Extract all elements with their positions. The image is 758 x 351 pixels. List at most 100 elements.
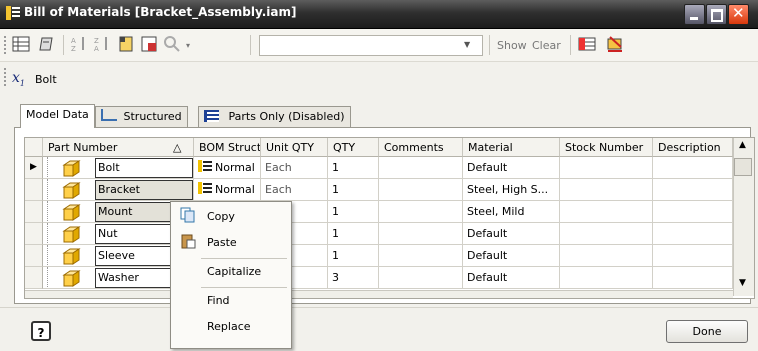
bom-editor-icon[interactable]	[606, 35, 624, 53]
copy-icon	[180, 205, 196, 229]
cell-desc[interactable]	[653, 267, 733, 289]
tab-parts-only[interactable]: Parts Only (Disabled)	[198, 106, 351, 127]
table-row[interactable]: Sleeve 1 Default	[25, 245, 733, 267]
done-button[interactable]: Done	[666, 320, 748, 343]
chevron-down-icon[interactable]: ▾	[186, 41, 190, 50]
table-row[interactable]: Bracket Normal Each 1 Steel, High S...	[25, 179, 733, 201]
column-header-unit-qty[interactable]: Unit QTY	[261, 138, 328, 157]
row-header[interactable]	[25, 223, 43, 245]
cell-stock[interactable]	[560, 245, 653, 267]
item-renumber-icon[interactable]	[117, 35, 135, 53]
scroll-down-icon[interactable]: ▼	[739, 278, 746, 288]
table-row[interactable]: Mount 1 Steel, Mild	[25, 201, 733, 223]
table-row[interactable]: Nut 1 Default	[25, 223, 733, 245]
menu-item-copy[interactable]: Copy	[171, 205, 291, 229]
sort-indicator-icon: △	[173, 141, 182, 154]
cell-comments[interactable]	[379, 201, 463, 223]
row-header[interactable]	[25, 179, 43, 201]
svg-text:A: A	[94, 45, 99, 53]
cell-qty[interactable]: 1	[328, 201, 379, 223]
cell-qty[interactable]: 1	[328, 245, 379, 267]
maximize-button[interactable]	[706, 4, 727, 25]
export-icon[interactable]	[38, 35, 56, 53]
column-header-bom-structure[interactable]: BOM Struct...	[194, 138, 261, 157]
cell-material[interactable]: Default	[463, 223, 560, 245]
minimize-button[interactable]	[684, 4, 705, 25]
scroll-up-icon[interactable]: ▲	[739, 140, 746, 150]
cell-stock[interactable]	[560, 157, 653, 179]
clear-button[interactable]: Clear	[532, 39, 561, 52]
cell-bom[interactable]: Normal	[194, 157, 261, 179]
cell-material[interactable]: Steel, High S...	[463, 179, 560, 201]
cell-comments[interactable]	[379, 267, 463, 289]
cell-part[interactable]: Bolt	[43, 157, 194, 179]
cell-stock[interactable]	[560, 223, 653, 245]
cell-material[interactable]: Steel, Mild	[463, 201, 560, 223]
cell-bom[interactable]: Normal	[194, 179, 261, 201]
cell-qty[interactable]: 1	[328, 223, 379, 245]
show-button[interactable]: Show	[497, 39, 527, 52]
part-name[interactable]: Bolt	[95, 158, 193, 178]
row-header[interactable]	[25, 245, 43, 267]
row-header[interactable]	[25, 201, 43, 223]
tab-model-data[interactable]: Model Data	[20, 104, 95, 128]
cell-material[interactable]: Default	[463, 157, 560, 179]
cell-stock[interactable]	[560, 179, 653, 201]
menu-item-paste[interactable]: Paste	[171, 231, 291, 255]
cell-qty[interactable]: 1	[328, 179, 379, 201]
unit-value: Each	[265, 161, 292, 174]
cell-comments[interactable]	[379, 245, 463, 267]
column-header-description[interactable]: Description	[653, 138, 733, 157]
view-options-icon[interactable]	[140, 35, 158, 53]
close-button[interactable]: ✕	[728, 4, 749, 25]
scroll-thumb[interactable]	[734, 158, 752, 176]
cell-material[interactable]: Default	[463, 245, 560, 267]
tab-label: Model Data	[26, 108, 89, 121]
tab-structured[interactable]: Structured	[95, 106, 188, 127]
cell-stock[interactable]	[560, 267, 653, 289]
cell-desc[interactable]	[653, 245, 733, 267]
cell-stock[interactable]	[560, 201, 653, 223]
column-header-stock-number[interactable]: Stock Number	[560, 138, 653, 157]
cell-material[interactable]: Default	[463, 267, 560, 289]
cell-comments[interactable]	[379, 179, 463, 201]
cell-desc[interactable]	[653, 201, 733, 223]
part-name[interactable]: Bracket	[95, 180, 193, 200]
cell-qty[interactable]: 3	[328, 267, 379, 289]
sort-ascending-icon[interactable]: AZ	[70, 35, 88, 53]
menu-item-find[interactable]: Find	[171, 289, 291, 313]
tab-label: Parts Only (Disabled)	[228, 110, 345, 123]
cell-comments[interactable]	[379, 157, 463, 179]
row-header[interactable]	[25, 267, 43, 289]
cell-qty[interactable]: 1	[328, 157, 379, 179]
table-row[interactable]: Washer 3 Default	[25, 267, 733, 289]
table-export-icon[interactable]	[578, 35, 596, 53]
part-icon	[61, 268, 81, 288]
cell-comments[interactable]	[379, 223, 463, 245]
row-header[interactable]: ▶	[25, 157, 43, 179]
help-button[interactable]: ?	[31, 321, 51, 341]
cell-desc[interactable]	[653, 179, 733, 201]
horizontal-scrollbar[interactable]	[25, 290, 733, 298]
view-filter-combo[interactable]	[259, 35, 483, 56]
bom-window-icon	[6, 6, 20, 20]
choose-columns-icon[interactable]	[12, 35, 30, 53]
column-header-comments[interactable]: Comments	[379, 138, 463, 157]
cell-desc[interactable]	[653, 223, 733, 245]
column-header-qty[interactable]: QTY	[328, 138, 379, 157]
column-header-material[interactable]: Material	[463, 138, 560, 157]
menu-item-capitalize[interactable]: Capitalize	[171, 260, 291, 284]
menu-separator	[201, 287, 287, 288]
find-icon[interactable]	[163, 35, 181, 53]
column-header-part-number[interactable]: Part Number △	[43, 138, 194, 157]
cell-part[interactable]: Bracket	[43, 179, 194, 201]
expression-icon[interactable]: x1	[12, 70, 25, 88]
cell-unit[interactable]: Each	[261, 179, 328, 201]
combo-dropdown-icon[interactable]: ▼	[464, 40, 470, 49]
title-bar[interactable]: Bill of Materials [Bracket_Assembly.iam]…	[0, 0, 758, 29]
cell-desc[interactable]	[653, 157, 733, 179]
menu-item-replace[interactable]: Replace	[171, 315, 291, 339]
sort-descending-icon[interactable]: ZA	[93, 35, 111, 53]
table-row[interactable]: ▶ Bolt Normal Each 1 Default	[25, 157, 733, 179]
cell-unit[interactable]: Each	[261, 157, 328, 179]
